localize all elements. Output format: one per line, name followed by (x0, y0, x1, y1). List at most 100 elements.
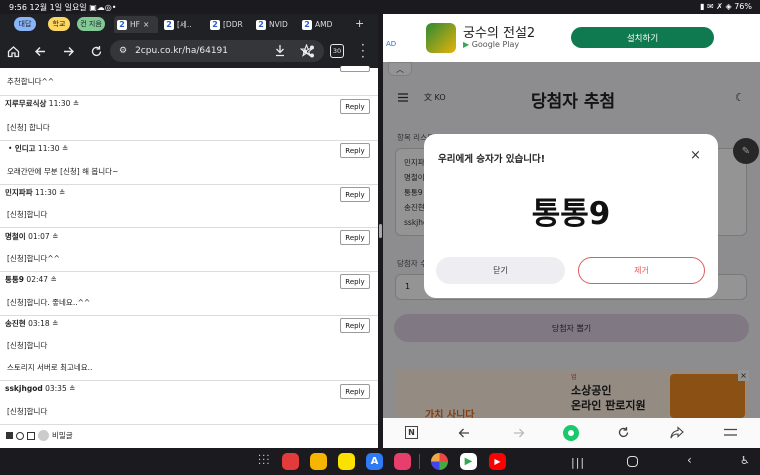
comment-author[interactable]: 민지파파 (5, 188, 33, 197)
tab-2[interactable]: 2 [세.. (164, 16, 202, 33)
comment-time: 01:07 (28, 232, 50, 241)
tab-group-3[interactable]: 컨 지음 (77, 17, 105, 31)
comment-header: sskjhgod 03:35 ≗ (0, 384, 378, 393)
comment-time: 02:47 (26, 275, 49, 284)
forward-icon[interactable] (61, 44, 76, 59)
back-icon[interactable] (458, 427, 470, 439)
menu-icon[interactable] (724, 428, 737, 437)
back-icon[interactable] (33, 44, 48, 59)
left-browser-window: 대답 학교 컨 지음 2 HF × 2 [세.. 2 [DDR 2 NVID 2 AMD +… (0, 14, 378, 448)
home-green-icon[interactable] (563, 425, 579, 441)
app-drawer-icon[interactable]: ··· ··· ··· (258, 452, 271, 470)
person-icon: ≗ (50, 275, 57, 284)
avatar (38, 430, 49, 441)
comment-author[interactable]: 지루무료식상 (5, 99, 46, 108)
status-bar: 9:56 12월 1일 일요일 ▣☁◎• ▮ ✉ ✗ ◈ 76% (0, 0, 760, 14)
play-store-icon: ▶ (463, 40, 470, 49)
site-favicon-icon: 2 (210, 19, 220, 30)
youtube-icon[interactable]: ▶ (489, 453, 506, 470)
close-tab-icon[interactable]: × (143, 20, 149, 29)
game-logo-icon (426, 23, 456, 53)
comment-author[interactable]: sskjhgod (5, 384, 43, 393)
comment-time: 11:30 (37, 144, 60, 153)
close-icon[interactable]: × (690, 148, 701, 163)
folder-icon[interactable] (310, 453, 327, 470)
new-tab-icon[interactable]: + (355, 17, 364, 30)
app-icon-colorful[interactable] (431, 453, 448, 470)
system-icons: ▮ ✉ ✗ ◈ (700, 2, 735, 11)
tab-count-button[interactable]: 30 (330, 44, 344, 58)
reply-button[interactable]: Reply (340, 318, 370, 333)
person-icon: ≗ (59, 188, 66, 197)
comment-text: 추천합니다^^ (7, 77, 55, 86)
comment-text: [신청]합니다 (7, 210, 48, 219)
comment-author[interactable]: 송진현 (5, 319, 26, 328)
comment-author[interactable]: 인디고 (15, 144, 36, 153)
reply-button[interactable]: Reply (340, 99, 370, 114)
play-store-icon[interactable]: ▶ (460, 453, 477, 470)
comment-author[interactable]: 통통9 (5, 275, 24, 284)
comment-time: 11:30 (35, 188, 57, 197)
reply-button[interactable]: Reply (340, 187, 370, 202)
reload-icon[interactable] (89, 44, 104, 59)
address-bar[interactable]: ⚙ 2cpu.co.kr/ha/64191 (110, 40, 324, 62)
site-favicon-icon: 2 (302, 19, 312, 30)
reply-button[interactable]: Reply (340, 230, 370, 245)
home-icon[interactable] (6, 44, 21, 59)
tab-active[interactable]: 2 HF × (114, 16, 158, 33)
person-icon: ≗ (52, 319, 59, 328)
tab-4[interactable]: 2 NVID (256, 16, 296, 33)
radio-icon[interactable] (16, 431, 24, 440)
person-icon: ≗ (52, 232, 59, 241)
app-icon-red[interactable] (282, 453, 299, 470)
reload-icon[interactable] (617, 426, 630, 439)
naver-icon[interactable]: N (405, 426, 418, 439)
close-button[interactable]: 닫기 (436, 257, 565, 284)
date: 12월 1일 일요일 (29, 3, 87, 12)
comment-author[interactable]: 명철이 (5, 232, 26, 241)
site-favicon-icon: 2 (256, 19, 266, 30)
comment-text: [신청]합니다 (7, 341, 48, 350)
site-info-icon[interactable]: ⚙ (119, 46, 127, 56)
accessibility-icon[interactable]: ♿ (740, 454, 750, 467)
remove-button[interactable]: 제거 (578, 257, 705, 284)
reply-button[interactable]: Reply (340, 384, 370, 399)
download-icon[interactable] (274, 44, 286, 57)
share-arrow-icon[interactable] (670, 426, 684, 439)
person-icon: ≗ (69, 384, 76, 393)
tab-5[interactable]: 2 AMD (302, 16, 342, 33)
reply-button[interactable]: Reply (340, 274, 370, 289)
camera-icon[interactable] (394, 453, 411, 470)
divider-handle[interactable] (379, 224, 382, 238)
home-button-icon[interactable] (627, 456, 638, 467)
notification-icons: ▣☁◎• (89, 3, 117, 12)
recent-apps-icon[interactable]: ||| (571, 456, 585, 469)
reply-button[interactable]: Reply (340, 143, 370, 158)
checkbox-icon[interactable] (27, 431, 35, 440)
comment-text: 오래간만에 무분 [신청] 해 봅니다~ (7, 167, 119, 176)
kakaotalk-icon[interactable] (338, 453, 355, 470)
checkbox-filled-icon[interactable] (6, 432, 13, 439)
url-text: 2cpu.co.kr/ha/64191 (135, 46, 229, 56)
appstore-icon[interactable]: A (366, 453, 383, 470)
back-button-icon[interactable]: ‹ (687, 453, 692, 467)
tab-group-1[interactable]: 대답 (14, 17, 36, 31)
ad-tag: AD (386, 40, 397, 48)
ad-title: 궁수의 전설2 (463, 26, 536, 41)
winner-modal: 우리에게 승자가 있습니다! × 통통9 닫기 제거 (424, 134, 718, 298)
share-icon[interactable] (302, 45, 315, 58)
comment-header: 명철이 01:07 ≗ (0, 231, 378, 242)
more-menu-icon[interactable]: · · · (361, 39, 365, 63)
ad-banner[interactable]: AD 궁수의 전설2 ▶ Google Play 설치하기 (383, 14, 760, 62)
bullet-icon: • (8, 144, 13, 153)
comment-text: [신청]합니다^^ (7, 254, 60, 263)
reply-button-cut[interactable] (340, 66, 370, 72)
comment-list: 추천합니다^^ 지루무료식상 11:30 ≗ Reply [신청] 합니다 • … (0, 66, 378, 448)
tab-group-2[interactable]: 학교 (48, 17, 70, 31)
tab-3[interactable]: 2 [DDR (210, 16, 248, 33)
comment-header: 민지파파 11:30 ≗ (0, 187, 378, 198)
comment-header: 지루무료식상 11:30 ≗ (0, 98, 378, 109)
comment-options: 비밀글 (0, 430, 378, 441)
install-button[interactable]: 설치하기 (571, 27, 714, 48)
forward-icon[interactable] (513, 427, 525, 439)
